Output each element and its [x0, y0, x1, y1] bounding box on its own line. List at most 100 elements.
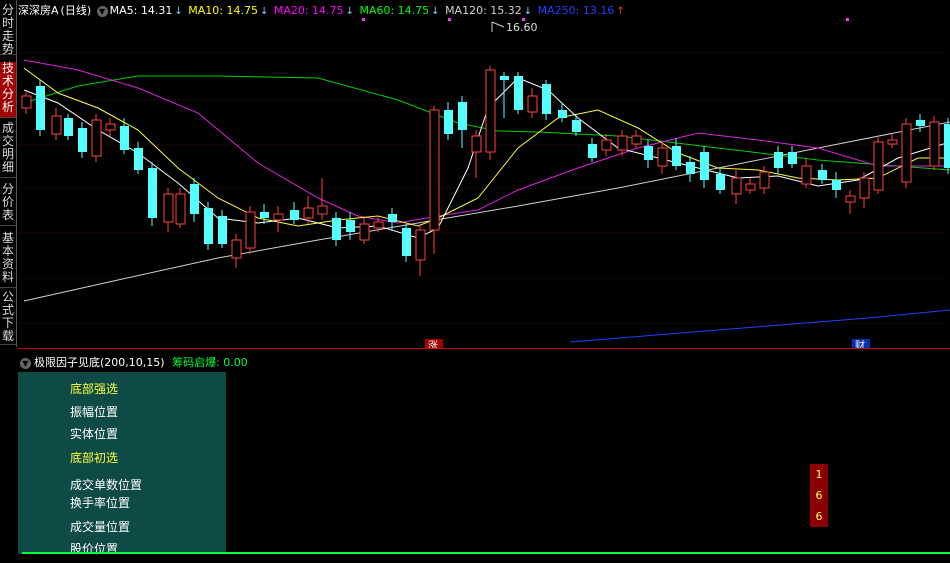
candle-body: [672, 146, 681, 166]
candle-body: [859, 177, 870, 199]
candle-body: [290, 210, 299, 220]
arrow-down-icon: ↓: [523, 6, 533, 17]
stock-name: 深深房A: [18, 4, 59, 17]
candle-body: [231, 239, 242, 259]
candle-body: [245, 211, 256, 249]
indicator-pane: ▼ 极限因子见底(200,10,15) 筹码启爆: 0.00 底部强选 振幅位置 …: [18, 352, 950, 563]
candle-body: [657, 147, 668, 167]
tab-trade-detail[interactable]: 成交明细: [0, 122, 16, 178]
candle-body: [542, 84, 551, 114]
collapse-icon[interactable]: ▼: [96, 5, 108, 17]
candle-body: [91, 119, 102, 157]
candle-body: [801, 165, 812, 185]
collapse-icon[interactable]: ▼: [20, 357, 31, 369]
item-turnover: 换手率位置: [70, 496, 131, 510]
candle-body: [134, 148, 143, 170]
candle-body: [558, 110, 567, 118]
tab-technical-analysis[interactable]: 技术分析: [0, 62, 16, 118]
candle-body: [373, 221, 384, 229]
indicator-badge: 6: [810, 506, 828, 527]
limit-up-marker[interactable]: 涨: [428, 340, 438, 348]
item-body-position: 实体位置: [70, 427, 119, 441]
candle-body: [944, 124, 950, 168]
candle-body: [190, 184, 199, 214]
candle-body: [916, 120, 925, 126]
candle-body: [273, 213, 284, 221]
tab-time-share[interactable]: 分时走势: [0, 4, 16, 56]
candle-body: [105, 123, 116, 131]
ma250-label: MA250: 13.16: [537, 4, 615, 17]
candle-body: [731, 177, 742, 195]
candle-body: [346, 220, 355, 232]
indicator-title-bar: ▼ 极限因子见底(200,10,15) 筹码启爆: 0.00: [20, 354, 248, 370]
candle-body: [745, 183, 756, 191]
chart-header: 深深房A (日线) ▼ MA5: 14.31 ↓ MA10: 14.75 ↓ MA20:…: [18, 2, 627, 18]
arrow-down-icon: ↓: [431, 6, 440, 17]
candle-body: [78, 128, 87, 152]
period-label: (日线): [60, 4, 92, 17]
candle-body: [887, 139, 898, 145]
ma60-label: MA60: 14.75: [359, 4, 430, 17]
candle-body: [527, 95, 538, 113]
candle-body: [163, 193, 174, 223]
candle-body: [21, 95, 32, 109]
arrow-up-icon: ↑: [616, 6, 625, 17]
candle-body: [818, 170, 827, 180]
candle-body: [260, 212, 269, 218]
candle-body: [120, 126, 129, 150]
candle-body: [485, 69, 496, 153]
tab-basic-info[interactable]: 基本资料: [0, 232, 16, 288]
candle-body: [774, 152, 783, 168]
candle-body: [175, 193, 186, 225]
arrow-down-icon: ↓: [174, 6, 183, 17]
finance-marker[interactable]: 财: [855, 339, 865, 348]
indicator-value: 筹码启爆: 0.00: [172, 356, 248, 369]
indicator-legend-panel: 底部强选 振幅位置 实体位置 底部初选 成交单数位置 换手率位置 成交量位置 股…: [18, 372, 226, 556]
candle-body: [873, 141, 884, 191]
candle-body: [759, 171, 770, 189]
candle-body: [588, 144, 597, 158]
candle-body: [303, 207, 314, 219]
item-trade-count: 成交单数位置: [70, 478, 143, 492]
candle-body: [631, 135, 642, 145]
candle-body: [845, 195, 856, 203]
candle-body: [204, 208, 213, 244]
candle-body: [444, 110, 453, 134]
indicator-name: 极限因子见底(200,10,15): [34, 356, 165, 369]
candle-body: [686, 162, 695, 174]
high-price-label: 16.60: [506, 21, 538, 34]
item-bottom-initial: 底部初选: [70, 451, 119, 465]
candle-body: [929, 121, 940, 167]
candle-body: [716, 174, 725, 190]
arrow-down-icon: ↓: [259, 6, 269, 17]
candle-body: [317, 205, 328, 215]
candle-body: [471, 135, 482, 153]
sidebar: 分时走势 技术分析 成交明细 分价表 基本资料 公式下载: [0, 0, 17, 347]
arrow-down-icon: ↓: [345, 6, 354, 17]
item-amplitude: 振幅位置: [70, 405, 119, 419]
candle-body: [700, 152, 709, 180]
candle-body: [500, 76, 509, 80]
candle-body: [332, 218, 341, 240]
indicator-badge: 1: [810, 464, 828, 485]
ma120-label: MA120: 15.32: [445, 4, 522, 17]
tab-price-table[interactable]: 分价表: [0, 183, 16, 226]
candle-body: [788, 152, 797, 164]
candle-body: [514, 76, 523, 110]
candle-body: [64, 118, 73, 136]
candle-body: [388, 214, 397, 222]
item-price: 股价位置: [70, 542, 119, 556]
candle-body: [402, 228, 411, 256]
ma5-label: MA5: 14.31: [109, 4, 173, 17]
item-bottom-strong: 底部强选: [70, 382, 119, 396]
candle-body: [51, 115, 62, 135]
ma10-label: MA10: 14.75: [188, 4, 258, 17]
candle-body: [415, 229, 426, 261]
candle-body: [429, 109, 440, 231]
panel-divider[interactable]: [18, 348, 950, 349]
candlestick-chart[interactable]: 16.60 涨 财: [18, 18, 950, 348]
signal-line: [22, 552, 950, 554]
indicator-badge: 6: [810, 485, 828, 506]
candle-body: [458, 102, 467, 130]
tab-formula-download[interactable]: 公式下载: [0, 291, 16, 345]
